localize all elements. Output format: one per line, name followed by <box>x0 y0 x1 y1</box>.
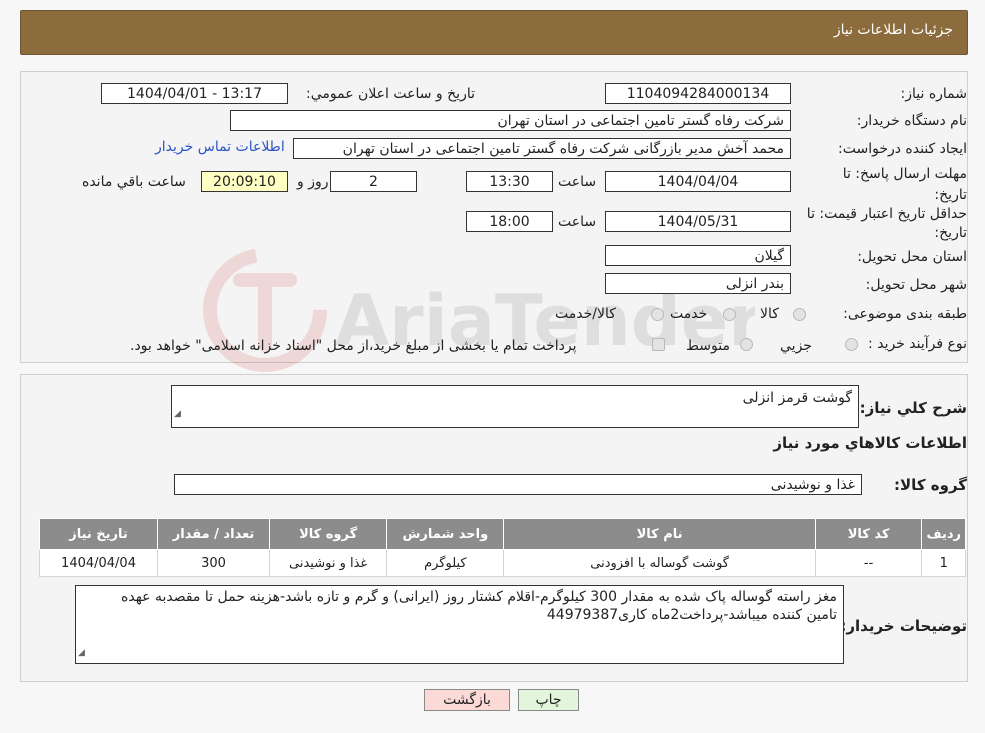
buyer-notes-label: توضيحات خريدار: <box>840 617 967 635</box>
process-checkbox-treasury[interactable] <box>652 338 665 351</box>
category-radio-goods[interactable] <box>793 308 806 321</box>
goods-group-label: گروه کالا: <box>894 476 967 494</box>
col-unit-header: واحد شمارش <box>386 518 505 550</box>
print-button[interactable]: چاپ <box>518 689 579 711</box>
buyer-contact-link[interactable]: اطلاعات تماس خريدار <box>155 139 285 155</box>
cell-name: گوشت گوساله با افزودنی <box>503 549 816 577</box>
cell-qty: 300 <box>157 549 271 577</box>
deadline-date-field: 1404/04/04 <box>605 171 791 192</box>
need-number-field: 1104094284000134 <box>605 83 791 104</box>
validity-label: حداقل تاريخ اعتبار قيمت: تا تاریخ: <box>806 206 967 241</box>
page-header: جزئیات اطلاعات نیاز <box>20 10 968 55</box>
province-label: استان محل تحويل: <box>857 249 967 265</box>
col-code-header: کد کالا <box>814 518 923 550</box>
remaining-label: ساعت باقي مانده <box>82 174 186 190</box>
cell-unit: کیلوگرم <box>386 549 505 577</box>
cell-row: 1 <box>921 549 966 577</box>
summary-label: شرح کلي نياز: <box>859 399 967 417</box>
table-row: 1 -- گوشت گوساله با افزودنی کیلوگرم غذا … <box>38 549 966 577</box>
creator-field: محمد آخش مدیر بازرگانی شرکت رفاه گستر تا… <box>293 138 791 159</box>
category-label: طبقه بندی موضوعی: <box>843 306 967 322</box>
deadline-label: مهلت ارسال پاسخ: تا تاریخ: <box>842 166 967 203</box>
city-field: بندر انزلی <box>605 273 791 294</box>
buyer-notes-text: مغز راسته گوساله پاک شده به مقدار 300 کی… <box>121 589 837 623</box>
category-option-service: خدمت <box>670 306 708 322</box>
summary-text: گوشت قرمز انزلی <box>742 390 852 406</box>
resize-handle-icon[interactable]: ◢ <box>174 402 181 426</box>
goods-info-title: اطلاعات کالاهاي مورد نياز <box>773 434 967 452</box>
buyer-org-field: شرکت رفاه گستر تامین اجتماعی در استان ته… <box>230 110 791 131</box>
need-number-label: شماره نیاز: <box>900 86 968 102</box>
process-radio-medium[interactable] <box>740 338 753 351</box>
goods-table: رديف کد کالا نام کالا واحد شمارش گروه کا… <box>38 518 966 577</box>
category-radio-goods-service[interactable] <box>651 308 664 321</box>
validity-time-field: 18:00 <box>466 211 553 232</box>
announce-field: 1404/04/01 - 13:17 <box>101 83 288 104</box>
deadline-time-label: ساعت <box>558 174 597 190</box>
validity-date-field: 1404/05/31 <box>605 211 791 232</box>
col-date-header: تاريخ نياز <box>38 518 159 550</box>
validity-time-label: ساعت <box>558 214 597 230</box>
col-row-header: رديف <box>921 518 966 550</box>
col-qty-header: تعداد / مقدار <box>157 518 271 550</box>
announce-label: تاریخ و ساعت اعلان عمومي: <box>306 86 475 102</box>
province-field: گيلان <box>605 245 791 266</box>
deadline-time-field: 13:30 <box>466 171 553 192</box>
process-option-minor: جزيي <box>780 338 812 354</box>
days-label: روز و <box>297 174 329 190</box>
buyer-notes-field: مغز راسته گوساله پاک شده به مقدار 300 کی… <box>75 585 844 664</box>
city-label: شهر محل تحويل: <box>865 277 967 293</box>
resize-handle-icon[interactable]: ◢ <box>78 644 85 662</box>
cell-group: غذا و نوشیدنی <box>269 549 388 577</box>
category-option-goods: كالا <box>760 306 779 322</box>
buyer-org-label: نام دستگاه خريدار: <box>856 113 967 129</box>
summary-field: گوشت قرمز انزلی ◢ <box>171 385 859 428</box>
back-button[interactable]: بازگشت <box>424 689 510 711</box>
table-header-row: رديف کد کالا نام کالا واحد شمارش گروه کا… <box>38 518 966 550</box>
process-option-medium: متوسط <box>686 338 730 354</box>
creator-label: ايجاد کننده درخواست: <box>838 141 967 157</box>
col-group-header: گروه کالا <box>269 518 388 550</box>
days-field: 2 <box>330 171 417 192</box>
page-title: جزئیات اطلاعات نیاز <box>833 22 953 38</box>
cell-code: -- <box>814 549 923 577</box>
category-radio-service[interactable] <box>723 308 736 321</box>
remaining-time-field: 20:09:10 <box>201 171 288 192</box>
category-option-goods-service: كالا/خدمت <box>555 306 616 322</box>
process-note: پرداخت تمام يا بخشی از مبلغ خريد،از محل … <box>130 338 577 354</box>
col-name-header: نام کالا <box>503 518 816 550</box>
process-label: نوع فرآیند خرید : <box>868 336 967 352</box>
goods-group-field: غذا و نوشیدنی <box>174 474 862 495</box>
process-radio-minor[interactable] <box>845 338 858 351</box>
cell-date: 1404/04/04 <box>38 549 159 577</box>
